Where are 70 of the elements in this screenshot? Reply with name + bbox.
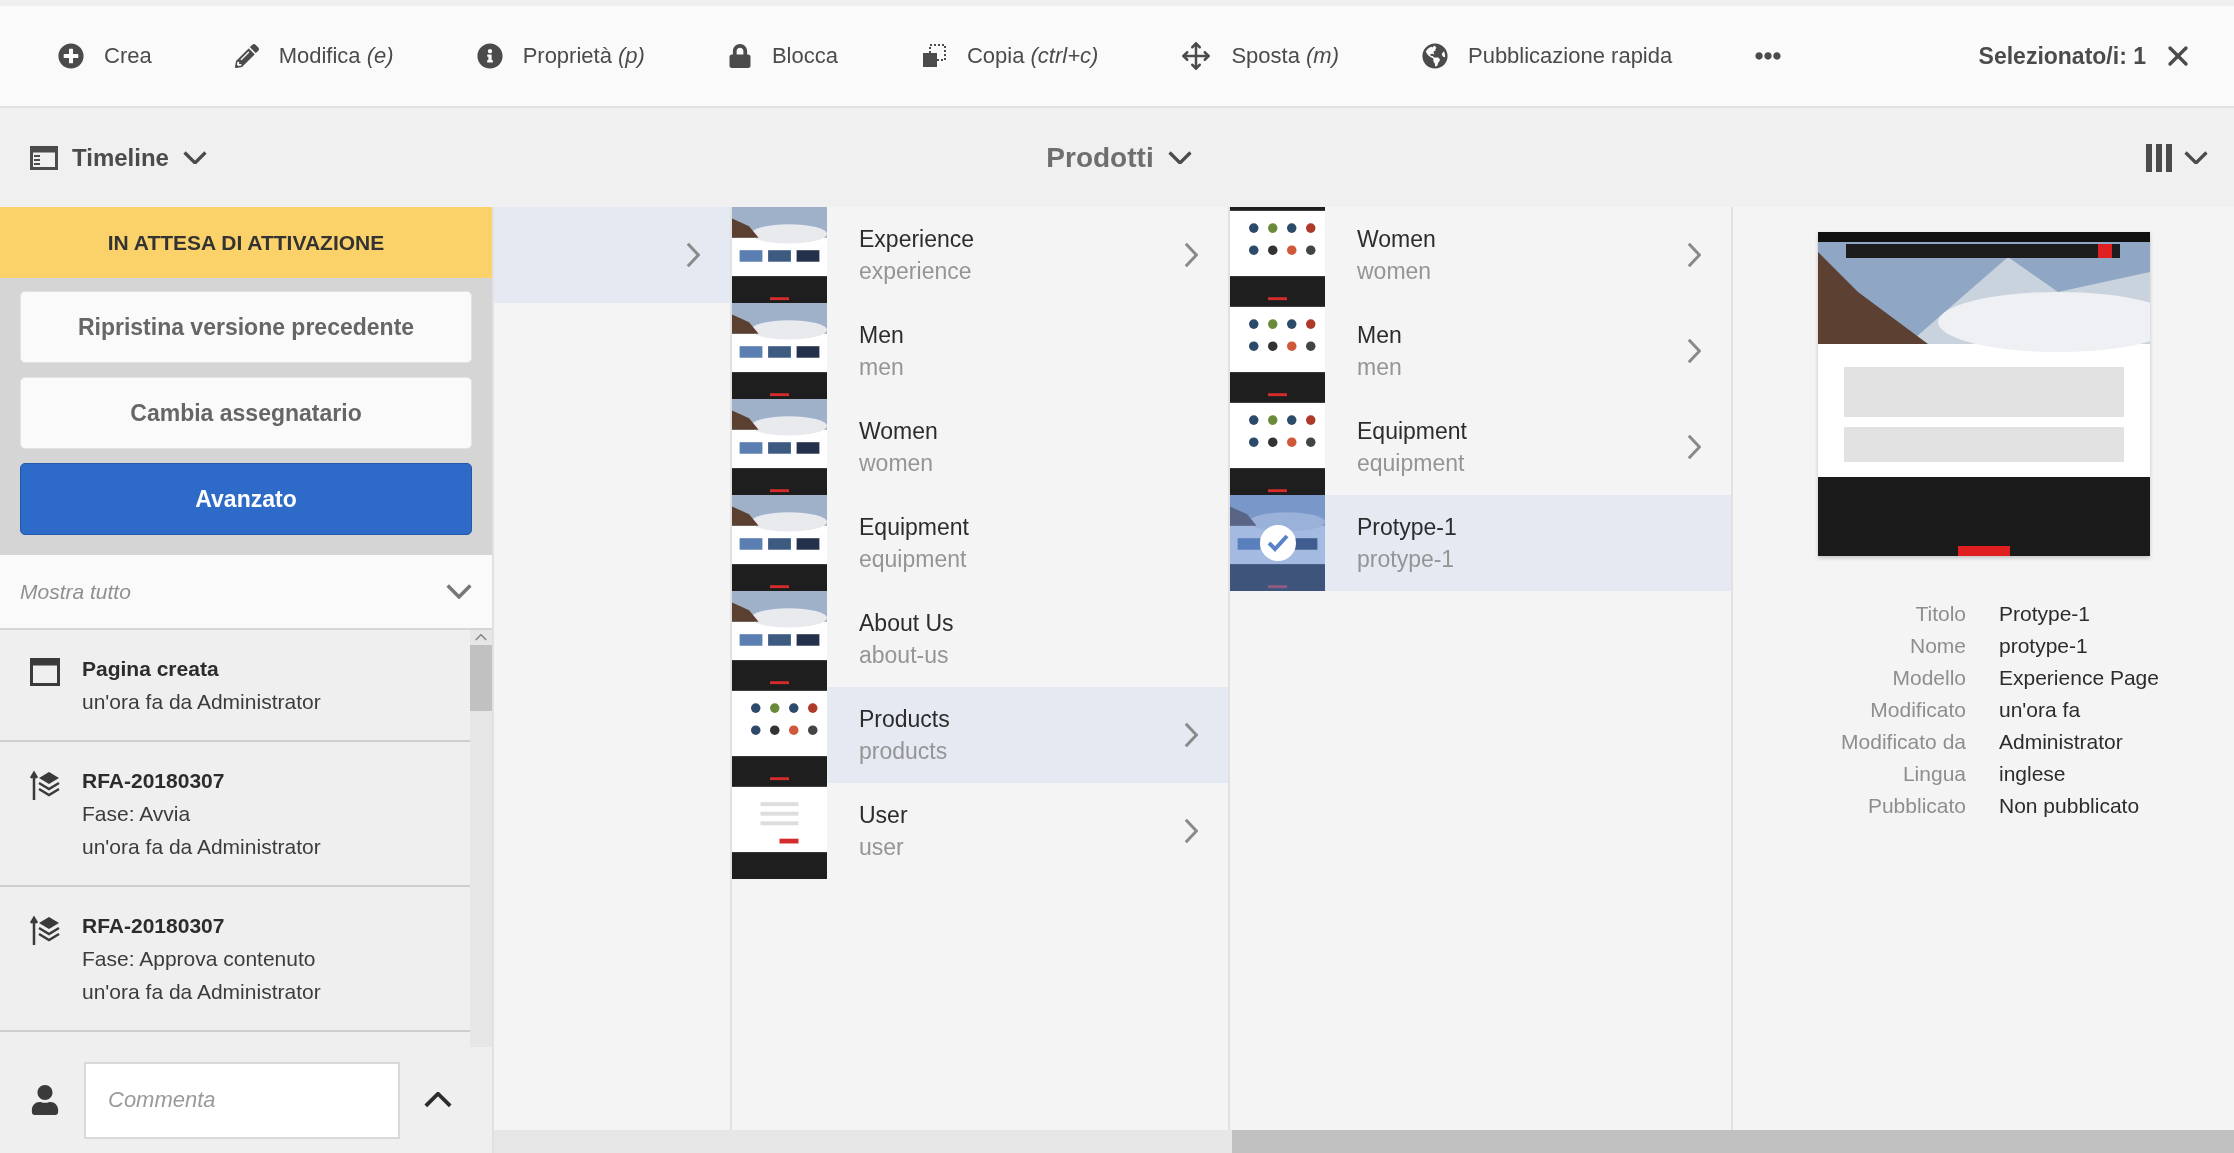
property-label: Modificato <box>1869 697 1966 723</box>
property-value: un'ora fa <box>1999 697 2082 723</box>
column-item[interactable]: Protype-1 protype-1 <box>1230 495 1731 591</box>
toolbar-button[interactable]: Crea <box>58 43 152 69</box>
item-title: Equipment <box>1357 417 1468 446</box>
column-item[interactable]: Equipment equipment <box>1230 399 1731 495</box>
column-item[interactable]: Men men <box>732 303 1228 399</box>
event-detail: Fase: Avvia <box>82 801 192 827</box>
comment-field[interactable]: Commenta <box>84 1061 400 1139</box>
action-button[interactable]: Cambia assegnatario <box>20 377 472 449</box>
property-label: Titolo <box>1914 601 1966 627</box>
item-title: About Us <box>859 609 955 638</box>
selection-count: Selezionato/i: 1 <box>1978 42 2146 70</box>
item-name: about-us <box>859 641 950 670</box>
item-title: Women <box>1357 225 1437 254</box>
property-label: Nome <box>1908 633 1966 659</box>
item-name: women <box>1357 257 1433 286</box>
property-value: inglese <box>1999 761 2067 787</box>
item-name: men <box>1357 353 1403 382</box>
action-button[interactable]: Ripristina versione precedente <box>20 291 472 363</box>
event-title: RFA-20180307 <box>82 768 226 794</box>
property-value: Experience Page <box>1999 665 2160 691</box>
action-button[interactable]: Avanzato <box>20 463 472 535</box>
item-title: Equipment <box>859 513 970 542</box>
item-name: protype-1 <box>1357 545 1456 574</box>
column-item[interactable]: User user <box>732 783 1228 879</box>
event-detail: un'ora fa da Administrator <box>82 979 321 1005</box>
event-detail: un'ora fa da Administrator <box>82 689 321 715</box>
event-detail: un'ora fa da Administrator <box>82 834 321 860</box>
item-name: equipment <box>1357 449 1466 478</box>
column-item[interactable]: Products products <box>732 687 1228 783</box>
rail-selector[interactable]: Timeline <box>30 143 207 172</box>
location-title[interactable]: Prodotti <box>1046 141 1192 174</box>
event-title: RFA-20180307 <box>82 913 226 939</box>
column-item[interactable]: Experience experience <box>732 207 1228 303</box>
property-label: Lingua <box>1901 761 1966 787</box>
property-value: Protype-1 <box>1999 601 2092 627</box>
item-title: User <box>859 801 909 830</box>
property-value: protype-1 <box>1999 633 2089 659</box>
toolbar-button[interactable]: Modifica (e) <box>234 43 394 69</box>
event-detail: Fase: Approva contenuto <box>82 946 317 972</box>
property-label: Pubblicato <box>1866 793 1966 819</box>
column-item[interactable]: About Us about-us <box>732 591 1228 687</box>
item-name: equipment <box>859 545 968 574</box>
column-item[interactable]: Women women <box>732 399 1228 495</box>
column-item[interactable]: Equipment equipment <box>732 495 1228 591</box>
item-title: Women <box>859 417 939 446</box>
property-label: Modello <box>1891 665 1966 691</box>
item-title: Protype-1 <box>1357 513 1458 542</box>
toolbar-button[interactable]: Sposta (m) <box>1181 41 1339 71</box>
toolbar-button[interactable]: Proprietà (p) <box>476 43 645 69</box>
item-name: products <box>859 737 949 766</box>
property-label: Modificato da <box>1840 729 1966 755</box>
column-item[interactable]: Women women <box>1230 207 1731 303</box>
column-item[interactable]: Men men <box>1230 303 1731 399</box>
item-name: men <box>859 353 905 382</box>
item-name: women <box>859 449 935 478</box>
property-value: Administrator <box>1999 729 2124 755</box>
item-title: Products <box>859 705 951 734</box>
toolbar-button[interactable]: Blocca <box>727 43 838 69</box>
toolbar-button[interactable]: Copia (ctrl+c) <box>920 43 1099 69</box>
status-banner: IN ATTESA DI ATTIVAZIONE <box>0 207 492 278</box>
toolbar-button[interactable]: Pubblicazione rapida <box>1421 43 1673 69</box>
item-name: user <box>859 833 905 862</box>
item-title: Men <box>1357 321 1403 350</box>
item-title: Men <box>859 321 905 350</box>
item-title: Experience <box>859 225 976 254</box>
event-title: Pagina creata <box>82 656 220 682</box>
property-value: Non pubblicato <box>1999 793 2141 819</box>
item-name: experience <box>859 257 973 286</box>
